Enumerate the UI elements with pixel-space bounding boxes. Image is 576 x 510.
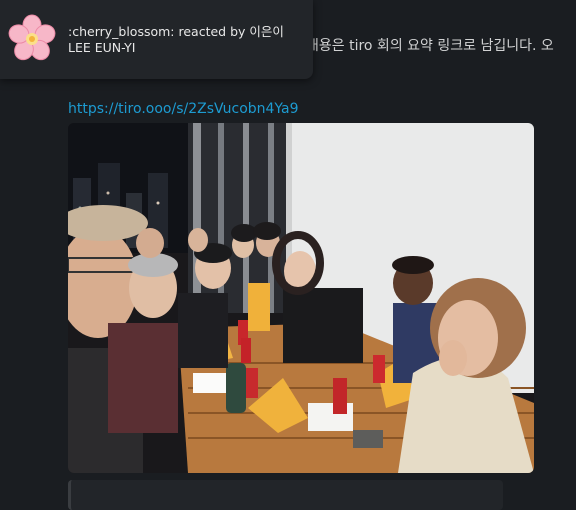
reaction-tooltip-title: :cherry_blossom: reacted by 이은이: [68, 24, 284, 39]
message-text: 내용은 tiro 회의 요약 링크로 남깁니다. 오: [306, 38, 554, 54]
reaction-tooltip-user: LEE EUN-YI: [68, 40, 136, 55]
group-dinner-photo: [68, 123, 534, 473]
message-link[interactable]: https://tiro.ooo/s/2ZsVucobn4Ya9: [68, 101, 299, 117]
attachment-preview[interactable]: [68, 480, 503, 510]
attached-photo[interactable]: [68, 123, 534, 473]
cherry-blossom-icon: [8, 14, 56, 61]
reaction-tooltip: :cherry_blossom: reacted by 이은이 LEE EUN-…: [0, 0, 313, 79]
